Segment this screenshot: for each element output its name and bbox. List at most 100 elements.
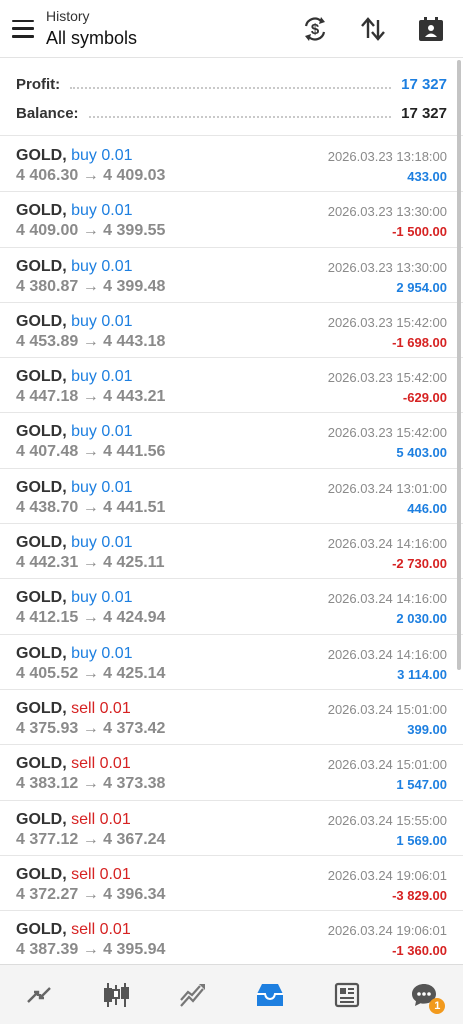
scrollbar[interactable] — [457, 60, 461, 670]
trade-symbol: GOLD, — [16, 312, 67, 330]
trade-row[interactable]: GOLD, sell 0.01 4 383.12 → 4 373.38 2026… — [0, 745, 463, 801]
trade-profit: -1 500.00 — [392, 224, 447, 240]
trade-right: 2026.03.23 15:42:00 -629.00 — [328, 367, 447, 412]
profit-label: Profit: — [16, 76, 61, 93]
trade-symbol-line: GOLD, buy 0.01 — [16, 201, 165, 220]
trade-right: 2026.03.24 13:01:00 446.00 — [328, 478, 447, 523]
menu-icon[interactable] — [12, 19, 34, 38]
trade-left: GOLD, buy 0.01 4 409.00 → 4 399.55 — [16, 201, 165, 246]
trade-left: GOLD, buy 0.01 4 442.31 → 4 425.11 — [16, 533, 165, 578]
trade-right: 2026.03.24 15:01:00 1 547.00 — [328, 754, 447, 799]
trade-profit: 1 547.00 — [396, 777, 447, 793]
trade-row[interactable]: GOLD, sell 0.01 4 377.12 → 4 367.24 2026… — [0, 801, 463, 856]
trade-row[interactable]: GOLD, buy 0.01 4 406.30 → 4 409.03 2026.… — [0, 137, 463, 193]
bottom-nav: 1 — [0, 964, 463, 1024]
trade-row[interactable]: GOLD, buy 0.01 4 412.15 → 4 424.94 2026.… — [0, 579, 463, 635]
trade-symbol: GOLD, — [16, 257, 67, 275]
trade-right: 2026.03.24 14:16:00 2 030.00 — [328, 588, 447, 633]
trade-symbol-line: GOLD, buy 0.01 — [16, 588, 165, 607]
dotted-leader — [88, 115, 392, 118]
trade-profit: 433.00 — [407, 169, 447, 184]
trade-right: 2026.03.24 15:01:00 399.00 — [328, 699, 447, 744]
trade-right: 2026.03.23 15:42:00 5 403.00 — [328, 422, 447, 467]
trade-symbol-line: GOLD, buy 0.01 — [16, 644, 165, 663]
trade-side: sell 0.01 — [71, 755, 131, 773]
balance-row: Balance: 17 327 — [16, 99, 447, 128]
trade-side: buy 0.01 — [71, 147, 133, 164]
header-actions: $ — [295, 9, 451, 49]
trade-symbol: GOLD, — [16, 865, 67, 883]
balance-value: 17 327 — [401, 105, 447, 122]
trade-prices: 4 438.70 → 4 441.51 — [16, 498, 166, 516]
chat-badge: 1 — [429, 997, 446, 1014]
trade-prices: 4 405.52 → 4 425.14 — [16, 664, 166, 682]
sort-icon[interactable] — [353, 9, 393, 49]
trade-time: 2026.03.23 15:42:00 — [327, 370, 447, 386]
trade-left: GOLD, buy 0.01 4 407.48 → 4 441.56 — [16, 422, 165, 467]
trade-profit: -1 698.00 — [392, 334, 447, 350]
trade-row[interactable]: GOLD, buy 0.01 4 407.48 → 4 441.56 2026.… — [0, 413, 463, 469]
profit-value: 17 327 — [401, 76, 447, 93]
trade-row[interactable]: GOLD, buy 0.01 4 405.52 → 4 425.14 2026.… — [0, 635, 463, 690]
news-icon[interactable] — [322, 970, 372, 1020]
trade-time: 2026.03.24 14:16:00 — [327, 646, 447, 662]
trade-right: 2026.03.23 13:18:00 433.00 — [328, 146, 447, 191]
trade-row[interactable]: GOLD, buy 0.01 4 442.31 → 4 425.11 2026.… — [0, 524, 463, 580]
trade-symbol: GOLD, — [16, 147, 67, 164]
trade-profit: 3 114.00 — [397, 666, 447, 682]
trade-row[interactable]: GOLD, sell 0.01 4 375.93 → 4 373.42 2026… — [0, 690, 463, 746]
trade-side: buy 0.01 — [71, 644, 133, 662]
trade-symbol-line: GOLD, sell 0.01 — [16, 865, 165, 884]
dollar-refresh-icon[interactable]: $ — [295, 9, 335, 49]
dotted-leader — [70, 86, 392, 89]
trade-left: GOLD, buy 0.01 4 412.15 → 4 424.94 — [16, 588, 165, 633]
profit-row: Profit: 17 327 — [16, 70, 447, 99]
trade-right: 2026.03.23 13:30:00 2 954.00 — [328, 257, 447, 302]
account-summary: Profit: 17 327 Balance: 17 327 — [0, 58, 463, 136]
trade-profit: 399.00 — [407, 721, 447, 737]
trade-prices: 4 407.48 → 4 441.56 — [16, 443, 166, 461]
trade-symbol: GOLD, — [16, 534, 67, 552]
trade-left: GOLD, sell 0.01 4 377.12 → 4 367.24 — [16, 810, 165, 855]
calendar-icon[interactable] — [411, 9, 451, 49]
trade-side: buy 0.01 — [71, 312, 133, 330]
trade-symbol-line: GOLD, buy 0.01 — [16, 312, 165, 331]
trade-time: 2026.03.23 15:42:00 — [327, 314, 447, 330]
trade-left: GOLD, buy 0.01 4 438.70 → 4 441.51 — [16, 478, 165, 523]
trade-icon[interactable] — [168, 970, 218, 1020]
trade-prices: 4 447.18 → 4 443.21 — [16, 388, 166, 406]
trade-row[interactable]: GOLD, buy 0.01 4 453.89 → 4 443.18 2026.… — [0, 303, 463, 359]
chart-icon[interactable] — [91, 970, 141, 1020]
page-title[interactable]: All symbols — [46, 28, 295, 49]
trade-time: 2026.03.23 13:18:00 — [327, 149, 447, 164]
trade-prices: 4 453.89 → 4 443.18 — [16, 332, 166, 350]
trade-row[interactable]: GOLD, buy 0.01 4 447.18 → 4 443.21 2026.… — [0, 358, 463, 414]
trade-time: 2026.03.24 19:06:01 — [327, 867, 447, 883]
trade-row[interactable]: GOLD, buy 0.01 4 380.87 → 4 399.48 2026.… — [0, 248, 463, 303]
trade-prices: 4 383.12 → 4 373.38 — [16, 775, 166, 793]
trade-time: 2026.03.24 14:16:00 — [327, 536, 447, 552]
trade-profit: 5 403.00 — [396, 445, 447, 461]
trade-symbol: GOLD, — [16, 368, 67, 386]
trade-side: buy 0.01 — [71, 589, 133, 607]
trade-row[interactable]: GOLD, buy 0.01 4 438.70 → 4 441.51 2026.… — [0, 469, 463, 525]
chat-icon[interactable]: 1 — [399, 970, 449, 1020]
trade-row[interactable]: GOLD, sell 0.01 4 372.27 → 4 396.34 2026… — [0, 856, 463, 912]
trade-row[interactable]: GOLD, buy 0.01 4 409.00 → 4 399.55 2026.… — [0, 192, 463, 248]
trade-side: sell 0.01 — [71, 865, 131, 883]
trade-row[interactable]: GOLD, sell 0.01 4 387.39 → 4 395.94 2026… — [0, 911, 463, 967]
trade-symbol-line: GOLD, sell 0.01 — [16, 754, 165, 773]
trade-right: 2026.03.24 19:06:01 -1 360.00 — [328, 920, 447, 965]
trade-prices: 4 380.87 → 4 399.48 — [16, 277, 166, 295]
history-icon[interactable] — [245, 970, 295, 1020]
quotes-icon[interactable] — [14, 970, 64, 1020]
trade-side: buy 0.01 — [71, 423, 133, 441]
trade-symbol: GOLD, — [16, 589, 67, 607]
trade-profit: 446.00 — [407, 500, 447, 516]
trade-time: 2026.03.24 14:16:00 — [327, 591, 447, 607]
trade-symbol-line: GOLD, buy 0.01 — [16, 146, 165, 165]
trade-profit: -3 829.00 — [392, 887, 447, 903]
trade-prices: 4 372.27 → 4 396.34 — [16, 885, 166, 903]
trade-symbol: GOLD, — [16, 921, 67, 939]
trade-profit: -629.00 — [402, 390, 447, 406]
